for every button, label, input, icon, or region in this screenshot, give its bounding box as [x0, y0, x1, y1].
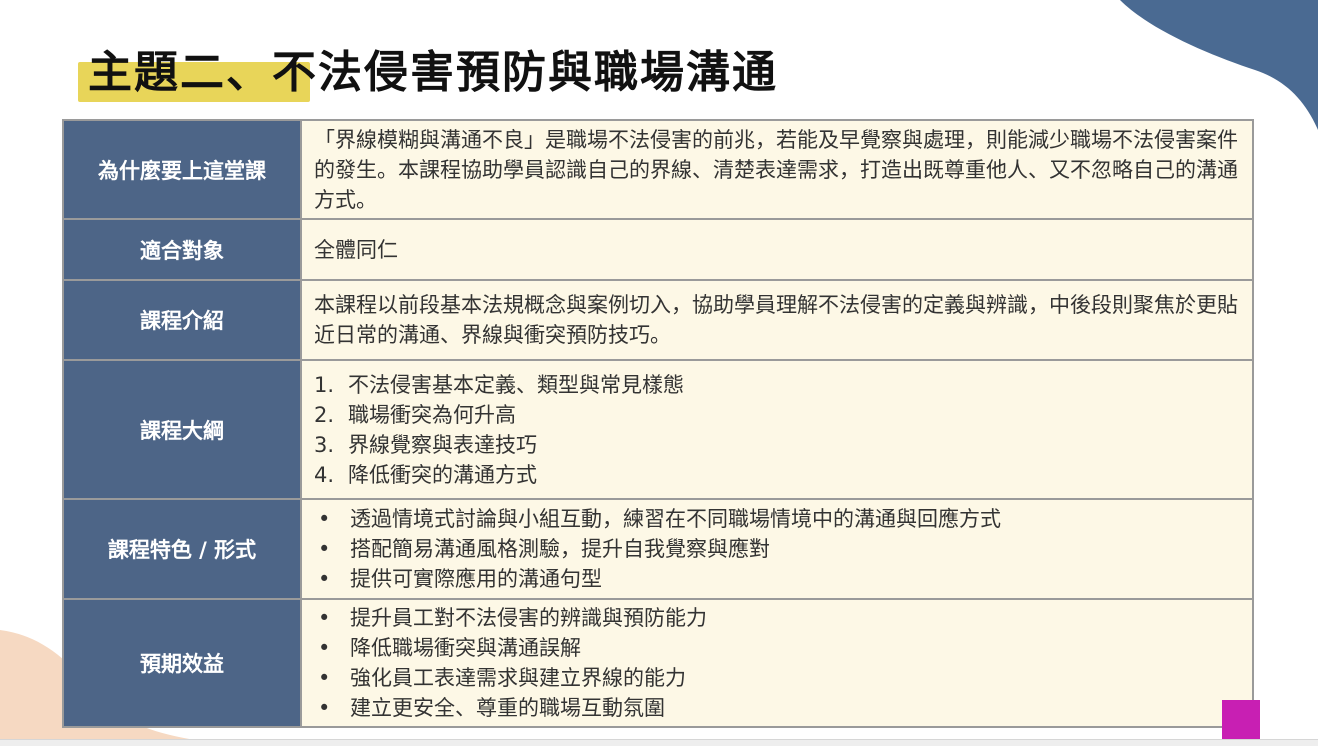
bullet-icon: • [318, 567, 331, 591]
row-content: • 提升員工對不法侵害的辨識與預防能力 • 降低職場衝突與溝通誤解 • 強化員工表達需… [300, 598, 1254, 728]
corner-blue-wave [1120, 0, 1318, 130]
list-item-text: 職場衝突為何升高 [348, 402, 516, 427]
row-label: 課程特色 / 形式 [62, 498, 302, 600]
table-row: 適合對象 全體同仁 [62, 218, 1254, 281]
list-item: 1. 不法侵害基本定義、類型與常見樣態 [314, 370, 1242, 400]
list-item: • 搭配簡易溝通風格測驗，提升自我覺察與應對 [314, 534, 1242, 564]
row-label: 適合對象 [62, 218, 302, 281]
list-item: • 降低職場衝突與溝通誤解 [314, 633, 1242, 663]
list-item: • 強化員工表達需求與建立界線的能力 [314, 663, 1242, 693]
bullet-icon: • [318, 666, 331, 690]
feature-list: • 透過情境式討論與小組互動，練習在不同職場情境中的溝通與回應方式 • 搭配簡易溝通… [314, 504, 1242, 594]
table-row: 預期效益 • 提升員工對不法侵害的辨識與預防能力 • 降低職場衝突與溝通誤解 • 強化… [62, 598, 1254, 728]
list-marker: 1. [314, 372, 335, 397]
course-info-table: 為什麼要上這堂課 「界線模糊與溝通不良」是職場不法侵害的前兆，若能及早覺察與處理… [62, 119, 1254, 728]
row-content: 「界線模糊與溝通不良」是職場不法侵害的前兆，若能及早覺察與處理，則能減少職場不法… [300, 119, 1254, 220]
row-label: 預期效益 [62, 598, 302, 728]
bullet-icon: • [318, 636, 331, 660]
list-item-text: 透過情境式討論與小組互動，練習在不同職場情境中的溝通與回應方式 [350, 507, 1001, 531]
accent-block [1222, 700, 1260, 742]
list-item-text: 降低職場衝突與溝通誤解 [350, 636, 581, 660]
list-marker: 2. [314, 402, 335, 427]
list-item: • 透過情境式討論與小組互動，練習在不同職場情境中的溝通與回應方式 [314, 504, 1242, 534]
outline-list: 1. 不法侵害基本定義、類型與常見樣態 2. 職場衝突為何升高 3. 界線覺察與表達技… [314, 370, 1242, 490]
list-item: • 提供可實際應用的溝通句型 [314, 564, 1242, 594]
list-item-text: 強化員工表達需求與建立界線的能力 [350, 666, 686, 690]
row-content: 全體同仁 [300, 218, 1254, 281]
list-item: 2. 職場衝突為何升高 [314, 400, 1242, 430]
title-area: 主題二、不法侵害預防與職場溝通 [78, 40, 778, 106]
row-label: 為什麼要上這堂課 [62, 119, 302, 220]
list-marker: 4. [314, 462, 335, 487]
list-item-text: 界線覺察與表達技巧 [348, 432, 537, 457]
list-item-text: 不法侵害基本定義、類型與常見樣態 [348, 372, 684, 397]
bullet-icon: • [318, 696, 331, 720]
list-item-text: 建立更安全、尊重的職場互動氛圍 [350, 696, 665, 720]
list-item-text: 搭配簡易溝通風格測驗，提升自我覺察與應對 [350, 537, 770, 561]
row-content: 1. 不法侵害基本定義、類型與常見樣態 2. 職場衝突為何升高 3. 界線覺察與表達技… [300, 359, 1254, 500]
bullet-icon: • [318, 507, 331, 531]
list-item: 4. 降低衝突的溝通方式 [314, 460, 1242, 490]
list-marker: 3. [314, 432, 335, 457]
list-item: • 提升員工對不法侵害的辨識與預防能力 [314, 603, 1242, 633]
row-content: • 透過情境式討論與小組互動，練習在不同職場情境中的溝通與回應方式 • 搭配簡易溝通… [300, 498, 1254, 600]
list-item-text: 提供可實際應用的溝通句型 [350, 567, 602, 591]
bullet-icon: • [318, 537, 331, 561]
page-title: 主題二、不法侵害預防與職場溝通 [88, 47, 778, 98]
table-row: 為什麼要上這堂課 「界線模糊與溝通不良」是職場不法侵害的前兆，若能及早覺察與處理… [62, 119, 1254, 220]
list-item-text: 降低衝突的溝通方式 [348, 462, 537, 487]
list-item-text: 提升員工對不法侵害的辨識與預防能力 [350, 606, 707, 630]
row-label: 課程大綱 [62, 359, 302, 500]
row-content: 本課程以前段基本法規概念與案例切入，協助學員理解不法侵害的定義與辨識，中後段則聚… [300, 279, 1254, 361]
benefit-list: • 提升員工對不法侵害的辨識與預防能力 • 降低職場衝突與溝通誤解 • 強化員工表達需… [314, 603, 1242, 723]
list-item: 3. 界線覺察與表達技巧 [314, 430, 1242, 460]
table-row: 課程特色 / 形式 • 透過情境式討論與小組互動，練習在不同職場情境中的溝通與回應… [62, 498, 1254, 600]
row-label: 課程介紹 [62, 279, 302, 361]
table-row: 課程介紹 本課程以前段基本法規概念與案例切入，協助學員理解不法侵害的定義與辨識，… [62, 279, 1254, 361]
table-row: 課程大綱 1. 不法侵害基本定義、類型與常見樣態 2. 職場衝突為何升高 3. 界線覺… [62, 359, 1254, 500]
bullet-icon: • [318, 606, 331, 630]
list-item: • 建立更安全、尊重的職場互動氛圍 [314, 693, 1242, 723]
